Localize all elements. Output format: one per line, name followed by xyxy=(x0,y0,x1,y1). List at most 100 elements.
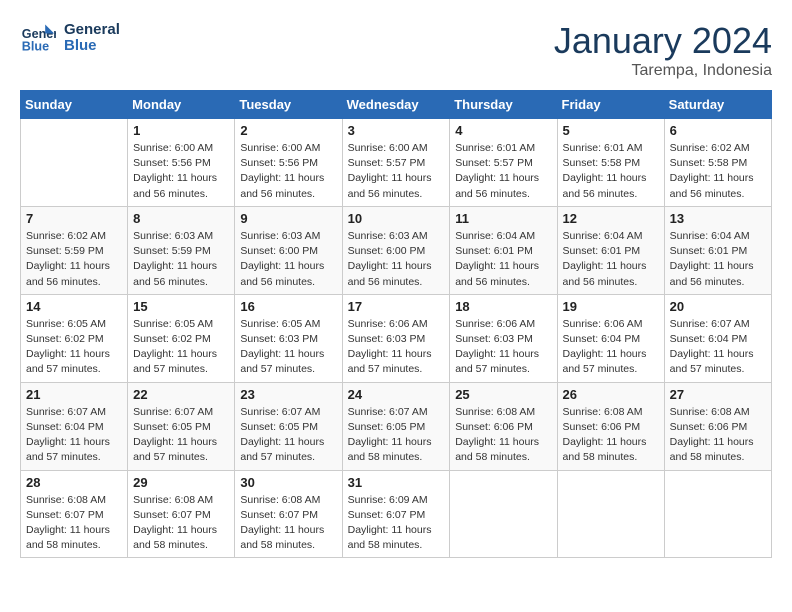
day-info: Sunrise: 6:04 AM Sunset: 6:01 PM Dayligh… xyxy=(455,229,551,290)
page-header: General Blue General Blue January 2024 T… xyxy=(20,20,772,80)
day-number: 2 xyxy=(240,123,336,138)
header-monday: Monday xyxy=(128,91,235,119)
day-info: Sunrise: 6:07 AM Sunset: 6:05 PM Dayligh… xyxy=(133,405,229,466)
logo-icon: General Blue xyxy=(20,20,56,56)
header-tuesday: Tuesday xyxy=(235,91,342,119)
day-info: Sunrise: 6:04 AM Sunset: 6:01 PM Dayligh… xyxy=(670,229,766,290)
day-info: Sunrise: 6:06 AM Sunset: 6:04 PM Dayligh… xyxy=(563,317,659,378)
day-cell: 8Sunrise: 6:03 AM Sunset: 5:59 PM Daylig… xyxy=(128,206,235,294)
day-cell: 3 Sunrise: 6:00 AM Sunset: 5:57 PM Daylig… xyxy=(342,119,450,207)
day-number: 6 xyxy=(670,123,766,138)
day-cell: 5 Sunrise: 6:01 AM Sunset: 5:58 PM Daylig… xyxy=(557,119,664,207)
logo-line1: General xyxy=(64,22,120,39)
week-row-2: 7 Sunrise: 6:02 AM Sunset: 5:59 PM Daylig… xyxy=(21,206,772,294)
day-cell: 21 Sunrise: 6:07 AM Sunset: 6:04 PM Dayli… xyxy=(21,382,128,470)
day-info: Sunrise: 6:07 AM Sunset: 6:04 PM Dayligh… xyxy=(670,317,766,378)
day-number: 12 xyxy=(563,211,659,226)
day-info: Sunrise: 6:01 AM Sunset: 5:58 PM Dayligh… xyxy=(563,141,659,202)
day-cell: 29Sunrise: 6:08 AM Sunset: 6:07 PM Dayli… xyxy=(128,470,235,558)
day-cell: 7 Sunrise: 6:02 AM Sunset: 5:59 PM Daylig… xyxy=(21,206,128,294)
logo: General Blue General Blue xyxy=(20,20,120,56)
header-sunday: Sunday xyxy=(21,91,128,119)
day-number: 1 xyxy=(133,123,229,138)
day-cell: 18 Sunrise: 6:06 AM Sunset: 6:03 PM Dayli… xyxy=(450,294,557,382)
day-cell: 23 Sunrise: 6:07 AM Sunset: 6:05 PM Dayli… xyxy=(235,382,342,470)
day-number: 13 xyxy=(670,211,766,226)
day-number: 9 xyxy=(240,211,336,226)
day-cell: 28 Sunrise: 6:08 AM Sunset: 6:07 PM Dayli… xyxy=(21,470,128,558)
day-info: Sunrise: 6:08 AM Sunset: 6:06 PM Dayligh… xyxy=(670,405,766,466)
day-number: 24 xyxy=(348,387,445,402)
day-cell: 20 Sunrise: 6:07 AM Sunset: 6:04 PM Dayli… xyxy=(664,294,771,382)
day-info: Sunrise: 6:08 AM Sunset: 6:06 PM Dayligh… xyxy=(455,405,551,466)
day-cell xyxy=(450,470,557,558)
day-number: 10 xyxy=(348,211,445,226)
day-number: 4 xyxy=(455,123,551,138)
day-cell: 22 Sunrise: 6:07 AM Sunset: 6:05 PM Dayli… xyxy=(128,382,235,470)
day-cell: 10Sunrise: 6:03 AM Sunset: 6:00 PM Dayli… xyxy=(342,206,450,294)
day-number: 18 xyxy=(455,299,551,314)
day-number: 23 xyxy=(240,387,336,402)
day-info: Sunrise: 6:00 AM Sunset: 5:56 PM Dayligh… xyxy=(133,141,229,202)
day-cell: 11 Sunrise: 6:04 AM Sunset: 6:01 PM Dayli… xyxy=(450,206,557,294)
day-number: 17 xyxy=(348,299,445,314)
day-number: 20 xyxy=(670,299,766,314)
day-info: Sunrise: 6:05 AM Sunset: 6:02 PM Dayligh… xyxy=(133,317,229,378)
day-cell: 14 Sunrise: 6:05 AM Sunset: 6:02 PM Dayli… xyxy=(21,294,128,382)
day-cell: 30 Sunrise: 6:08 AM Sunset: 6:07 PM Dayli… xyxy=(235,470,342,558)
day-number: 30 xyxy=(240,475,336,490)
day-cell: 15 Sunrise: 6:05 AM Sunset: 6:02 PM Dayli… xyxy=(128,294,235,382)
day-info: Sunrise: 6:02 AM Sunset: 5:59 PM Dayligh… xyxy=(26,229,122,290)
day-number: 26 xyxy=(563,387,659,402)
day-info: Sunrise: 6:01 AM Sunset: 5:57 PM Dayligh… xyxy=(455,141,551,202)
day-info: Sunrise: 6:00 AM Sunset: 5:57 PM Dayligh… xyxy=(348,141,445,202)
day-number: 15 xyxy=(133,299,229,314)
day-cell: 13 Sunrise: 6:04 AM Sunset: 6:01 PM Dayli… xyxy=(664,206,771,294)
day-number: 11 xyxy=(455,211,551,226)
day-number: 27 xyxy=(670,387,766,402)
week-row-1: 1 Sunrise: 6:00 AM Sunset: 5:56 PM Daylig… xyxy=(21,119,772,207)
day-number: 8 xyxy=(133,211,229,226)
week-row-5: 28 Sunrise: 6:08 AM Sunset: 6:07 PM Dayli… xyxy=(21,470,772,558)
day-info: Sunrise: 6:05 AM Sunset: 6:03 PM Dayligh… xyxy=(240,317,336,378)
day-info: Sunrise: 6:07 AM Sunset: 6:05 PM Dayligh… xyxy=(348,405,445,466)
day-number: 28 xyxy=(26,475,122,490)
day-cell: 4 Sunrise: 6:01 AM Sunset: 5:57 PM Daylig… xyxy=(450,119,557,207)
header-thursday: Thursday xyxy=(450,91,557,119)
day-number: 7 xyxy=(26,211,122,226)
day-cell: 26Sunrise: 6:08 AM Sunset: 6:06 PM Dayli… xyxy=(557,382,664,470)
week-row-4: 21 Sunrise: 6:07 AM Sunset: 6:04 PM Dayli… xyxy=(21,382,772,470)
day-cell: 31Sunrise: 6:09 AM Sunset: 6:07 PM Dayli… xyxy=(342,470,450,558)
day-info: Sunrise: 6:05 AM Sunset: 6:02 PM Dayligh… xyxy=(26,317,122,378)
day-number: 16 xyxy=(240,299,336,314)
day-number: 5 xyxy=(563,123,659,138)
day-info: Sunrise: 6:08 AM Sunset: 6:07 PM Dayligh… xyxy=(26,493,122,554)
day-number: 21 xyxy=(26,387,122,402)
week-row-3: 14 Sunrise: 6:05 AM Sunset: 6:02 PM Dayli… xyxy=(21,294,772,382)
day-info: Sunrise: 6:07 AM Sunset: 6:05 PM Dayligh… xyxy=(240,405,336,466)
day-info: Sunrise: 6:02 AM Sunset: 5:58 PM Dayligh… xyxy=(670,141,766,202)
day-info: Sunrise: 6:00 AM Sunset: 5:56 PM Dayligh… xyxy=(240,141,336,202)
day-info: Sunrise: 6:08 AM Sunset: 6:07 PM Dayligh… xyxy=(240,493,336,554)
day-info: Sunrise: 6:09 AM Sunset: 6:07 PM Dayligh… xyxy=(348,493,445,554)
header-friday: Friday xyxy=(557,91,664,119)
day-cell xyxy=(664,470,771,558)
day-info: Sunrise: 6:04 AM Sunset: 6:01 PM Dayligh… xyxy=(563,229,659,290)
header-saturday: Saturday xyxy=(664,91,771,119)
day-cell: 6 Sunrise: 6:02 AM Sunset: 5:58 PM Daylig… xyxy=(664,119,771,207)
day-number: 3 xyxy=(348,123,445,138)
day-cell: 9 Sunrise: 6:03 AM Sunset: 6:00 PM Daylig… xyxy=(235,206,342,294)
day-number: 25 xyxy=(455,387,551,402)
day-cell: 12 Sunrise: 6:04 AM Sunset: 6:01 PM Dayli… xyxy=(557,206,664,294)
day-cell: 19 Sunrise: 6:06 AM Sunset: 6:04 PM Dayli… xyxy=(557,294,664,382)
day-number: 14 xyxy=(26,299,122,314)
day-info: Sunrise: 6:07 AM Sunset: 6:04 PM Dayligh… xyxy=(26,405,122,466)
day-info: Sunrise: 6:06 AM Sunset: 6:03 PM Dayligh… xyxy=(455,317,551,378)
day-number: 22 xyxy=(133,387,229,402)
day-cell xyxy=(557,470,664,558)
location-subtitle: Tarempa, Indonesia xyxy=(554,62,772,80)
month-title: January 2024 xyxy=(554,20,772,62)
day-number: 19 xyxy=(563,299,659,314)
day-info: Sunrise: 6:03 AM Sunset: 6:00 PM Dayligh… xyxy=(240,229,336,290)
day-cell: 25 Sunrise: 6:08 AM Sunset: 6:06 PM Dayli… xyxy=(450,382,557,470)
